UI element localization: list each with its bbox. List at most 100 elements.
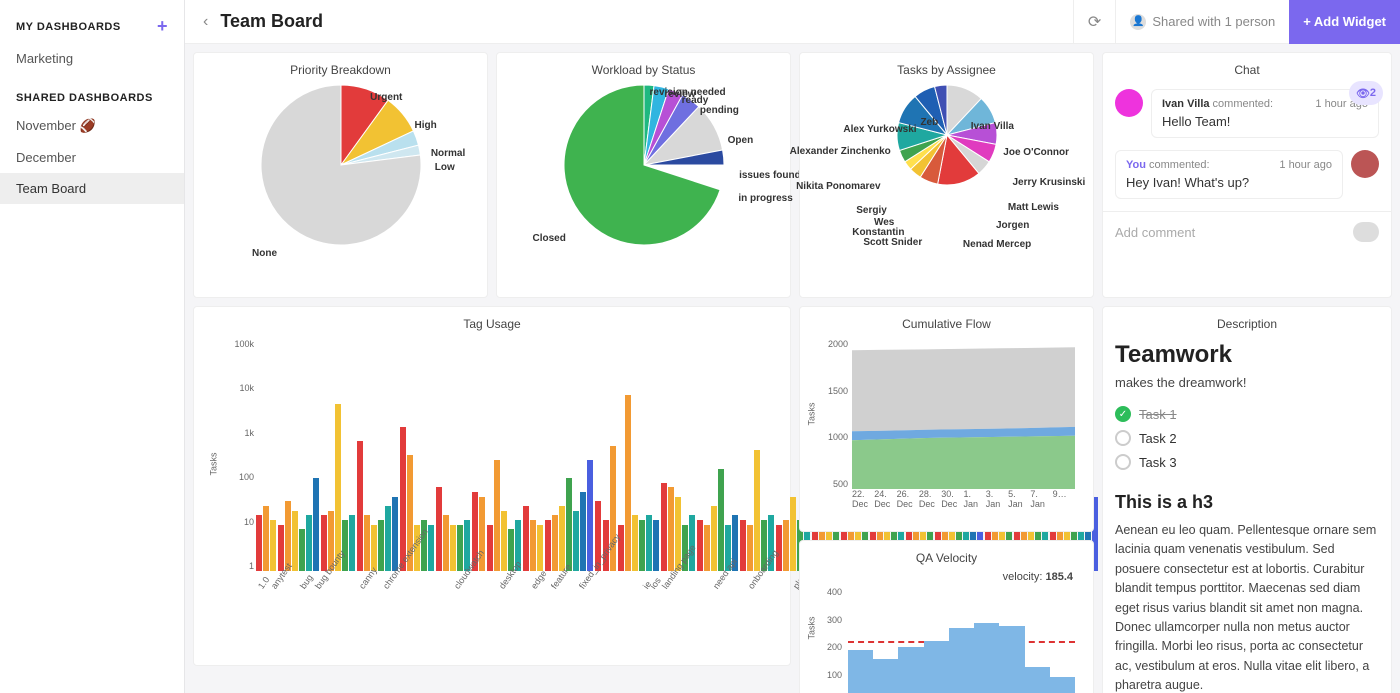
- pie-label: Nenad Mercep: [963, 239, 1031, 250]
- pie-label: Ivan Villa: [971, 121, 1014, 132]
- qa-bar[interactable]: [898, 647, 923, 693]
- pie-label: Low: [435, 162, 455, 173]
- chat-count-badge[interactable]: 👁 2: [1349, 81, 1383, 105]
- task-label: Task 2: [1139, 431, 1177, 446]
- task-checkbox[interactable]: ✓: [1115, 406, 1131, 422]
- qa-bar[interactable]: [999, 626, 1024, 693]
- sidebar-item[interactable]: December: [0, 142, 184, 173]
- add-widget-button[interactable]: + Add Widget: [1289, 0, 1400, 44]
- description-heading: Teamwork: [1115, 341, 1379, 369]
- pie-label: Normal: [431, 148, 465, 159]
- pie-label: pending: [700, 105, 739, 116]
- task-checkbox[interactable]: [1115, 454, 1131, 470]
- pie-label: Urgent: [370, 92, 402, 103]
- pie-label: Jorgen: [996, 220, 1029, 231]
- qa-bar[interactable]: [949, 628, 974, 693]
- send-icon[interactable]: [1353, 222, 1379, 242]
- refresh-icon: ⟳: [1088, 12, 1101, 32]
- bar-group[interactable]: [523, 339, 543, 571]
- shared-dashboards-header: SHARED DASHBOARDS: [0, 88, 184, 110]
- collapse-sidebar-icon[interactable]: ‹: [197, 13, 214, 31]
- description-h3: This is a h3: [1115, 492, 1379, 513]
- pie-label: Alexander Zinchenko: [790, 146, 891, 157]
- pie-label: Jerry Krusinski: [1012, 177, 1085, 188]
- bar-group[interactable]: [436, 339, 470, 571]
- qa-bar[interactable]: [1050, 677, 1075, 693]
- page-title: Team Board: [220, 11, 1073, 32]
- assignee-pie[interactable]: Ivan VillaJoe O'ConnorJerry KrusinskiMat…: [812, 85, 1081, 285]
- qa-bar[interactable]: [1025, 667, 1050, 693]
- my-dashboards-header: MY DASHBOARDS +: [0, 12, 184, 43]
- pie-label: in progress: [738, 193, 792, 204]
- widget-title: Chat: [1115, 63, 1379, 77]
- qa-bar[interactable]: [848, 650, 873, 693]
- sidebar-item[interactable]: Team Board: [0, 173, 184, 204]
- pie-label: Open: [728, 135, 754, 146]
- chat-message: You commented:1 hour agoHey Ivan! What's…: [1115, 150, 1379, 199]
- bar-group[interactable]: [595, 339, 601, 571]
- workload-pie[interactable]: revision neededreviewreadypendingOpeniss…: [509, 85, 778, 285]
- cumulative-flow-card: Cumulative Flow Tasks 500100015002000 22…: [799, 306, 1094, 532]
- pie-label: Konstantin: [852, 227, 904, 238]
- sidebar-item[interactable]: November 🏈: [0, 110, 184, 142]
- bar-group[interactable]: [545, 339, 593, 571]
- task-checkbox[interactable]: [1115, 430, 1131, 446]
- sidebar: MY DASHBOARDS + Marketing SHARED DASHBOA…: [0, 0, 185, 693]
- shared-with-button[interactable]: 👤 Shared with 1 person: [1115, 0, 1289, 44]
- pie-label: issues found: [739, 170, 801, 181]
- widget-title: Workload by Status: [509, 63, 778, 77]
- bar-group[interactable]: [618, 339, 659, 571]
- chat-message: Ivan Villa commented:1 hour agoHello Tea…: [1115, 89, 1379, 138]
- qa-velocity-card: QA Velocity velocity: 185.4 010020030040…: [799, 540, 1094, 693]
- bar-group[interactable]: [357, 339, 398, 571]
- task-label: Task 3: [1139, 455, 1177, 470]
- widget-title: Tasks by Assignee: [812, 63, 1081, 77]
- bar-group[interactable]: [472, 339, 485, 571]
- tag-usage-chart[interactable]: Tasks 100k10k1k100101 1.0anytestbugbug b…: [206, 339, 778, 619]
- velocity-readout: velocity: 185.4: [1003, 571, 1073, 583]
- task-item[interactable]: Task 3: [1115, 450, 1379, 474]
- bar-group[interactable]: [697, 339, 738, 571]
- pie-label: Scott Snider: [863, 237, 922, 248]
- widget-title: Cumulative Flow: [812, 317, 1081, 331]
- avatar: [1351, 150, 1379, 178]
- pie-label: Joe O'Connor: [1003, 147, 1069, 158]
- widget-title: Tag Usage: [206, 317, 778, 331]
- task-item[interactable]: Task 2: [1115, 426, 1379, 450]
- qa-bar[interactable]: [974, 623, 999, 693]
- pie-label: Wes: [874, 217, 894, 228]
- widget-title: Description: [1115, 317, 1379, 331]
- pie-label: Alex Yurkowski: [843, 124, 916, 135]
- task-item[interactable]: ✓ Task 1: [1115, 402, 1379, 426]
- qa-bar[interactable]: [873, 659, 898, 693]
- pie-label: Closed: [533, 233, 566, 244]
- pie-label: None: [252, 248, 277, 259]
- widget-title: QA Velocity: [812, 551, 1081, 565]
- qa-bar[interactable]: [924, 641, 949, 693]
- chat-input[interactable]: Add comment: [1115, 225, 1195, 240]
- priority-pie[interactable]: Urgent High Normal Low None: [206, 85, 475, 285]
- bar-group[interactable]: [256, 339, 276, 571]
- pie-label: High: [414, 120, 436, 131]
- tasks-assignee-card: Tasks by Assignee Ivan Villa Joe O'Connor…: [799, 52, 1094, 298]
- bar-group[interactable]: [487, 339, 521, 571]
- description-card: Description Teamwork makes the dreamwork…: [1102, 306, 1392, 693]
- qa-velocity-chart[interactable]: velocity: 185.4 0100200300400 Tasks: [812, 573, 1081, 693]
- topbar: ‹ Team Board ⟳ 👤 Shared with 1 person + …: [185, 0, 1400, 44]
- cumulative-flow-chart[interactable]: Tasks 500100015002000 22. Dec24. Dec26. …: [812, 339, 1081, 519]
- chat-card: Chat 👁 2 Ivan Villa commented:1 hour ago…: [1102, 52, 1392, 298]
- bar-group[interactable]: [278, 339, 319, 571]
- task-label: Task 1: [1139, 407, 1177, 422]
- bar-group[interactable]: [321, 339, 355, 571]
- user-icon: 👤: [1130, 14, 1146, 30]
- bar-group[interactable]: [740, 339, 774, 571]
- priority-breakdown-card: Priority Breakdown Urgent High Normal Low No…: [193, 52, 488, 298]
- widget-title: Priority Breakdown: [206, 63, 475, 77]
- bar-group[interactable]: [661, 339, 695, 571]
- sidebar-item[interactable]: Marketing: [0, 43, 184, 74]
- refresh-button[interactable]: ⟳: [1073, 0, 1115, 44]
- description-paragraph: Aenean eu leo quam. Pellentesque ornare …: [1115, 521, 1379, 693]
- avatar: [1115, 89, 1143, 117]
- add-dashboard-icon[interactable]: +: [157, 16, 168, 37]
- description-subtext: makes the dreamwork!: [1115, 375, 1379, 390]
